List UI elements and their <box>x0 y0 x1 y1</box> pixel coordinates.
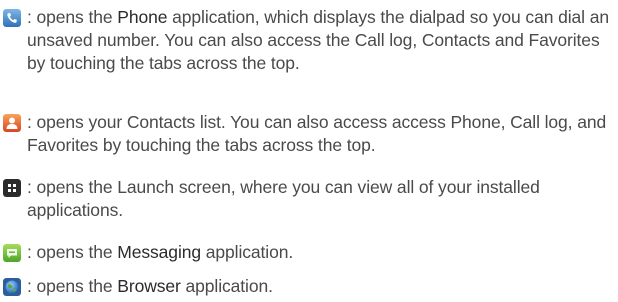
launcher-description: : opens the Launch screen, where you can… <box>27 177 540 220</box>
contacts-description: : opens your Contacts list. You can also… <box>27 112 607 155</box>
messaging-description: : opens the Messaging application. <box>27 241 614 264</box>
messaging-icon <box>3 244 21 262</box>
browser-desc-prefix: : opens the <box>27 276 118 296</box>
browser-icon <box>3 278 21 296</box>
messaging-keyword: Messaging <box>117 242 201 262</box>
phone-description: : opens the Phone application, which dis… <box>27 6 614 75</box>
contacts-icon <box>3 114 21 132</box>
messaging-desc-suffix: application. <box>201 242 294 262</box>
icon-description-list: : opens the Phone application, which dis… <box>0 0 618 302</box>
phone-keyword: Phone <box>117 7 168 27</box>
browser-keyword: Browser <box>117 276 181 296</box>
browser-description: : opens the Browser application. <box>27 275 614 298</box>
browser-desc-suffix: application. <box>180 276 273 296</box>
messaging-desc-prefix: : opens the <box>27 242 118 262</box>
phone-icon <box>3 9 21 27</box>
launcher-icon <box>3 179 21 197</box>
phone-desc-prefix: : opens the <box>27 7 118 27</box>
